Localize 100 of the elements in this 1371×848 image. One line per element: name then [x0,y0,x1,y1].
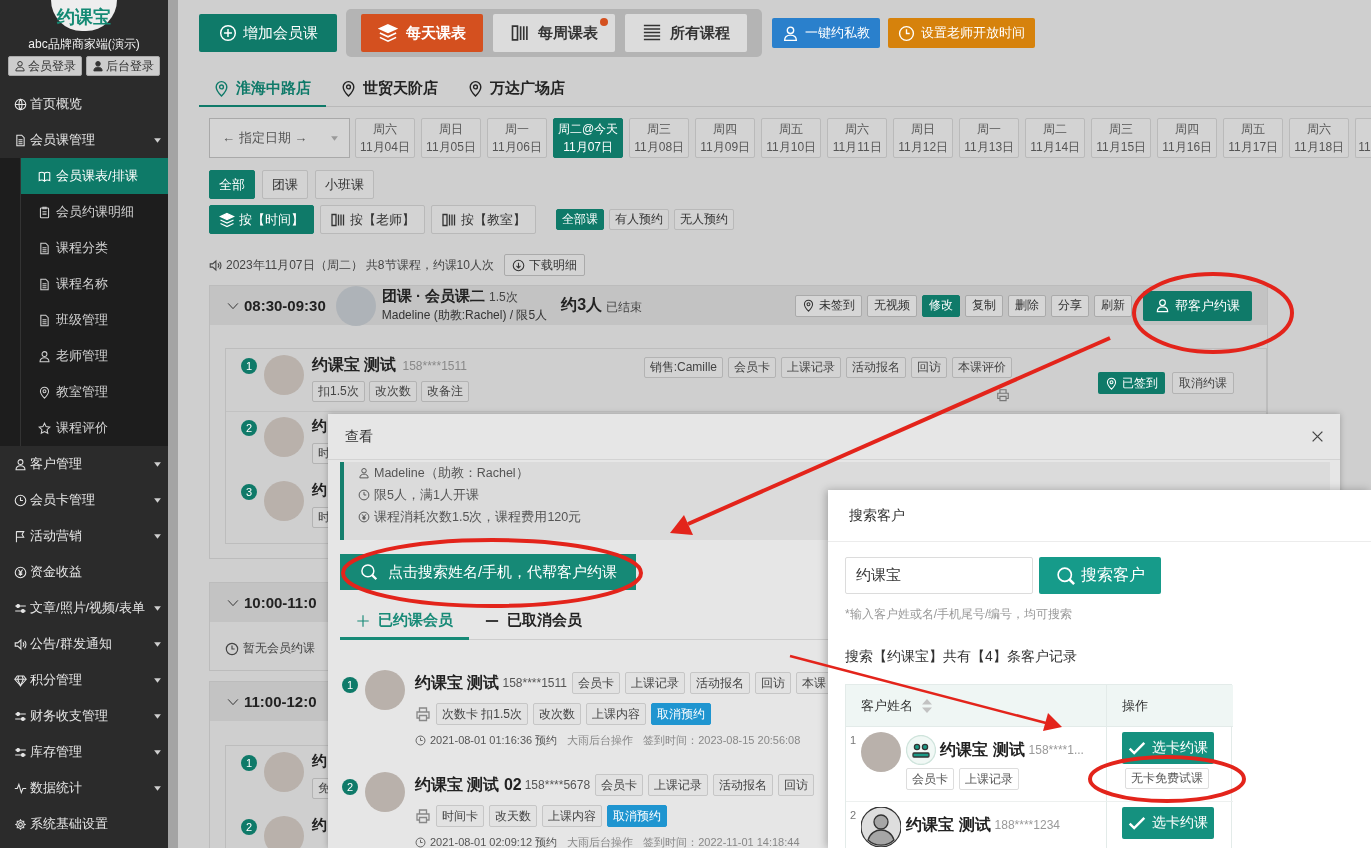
booking-filter-button[interactable]: 有人预约 [609,209,669,230]
sidebar-item[interactable]: 数据统计 [0,770,168,806]
booking-filter-button[interactable]: 无人预约 [674,209,734,230]
member-link-button[interactable]: 上课记录 [624,672,685,694]
group-by-button[interactable]: 按【老师】 [320,205,425,234]
member-action-button[interactable]: 改天数 [489,805,537,827]
member-name: 约 [312,752,327,771]
member-link-button[interactable]: 会员卡 [728,357,776,378]
view-tab[interactable]: 每天课表 [361,14,483,52]
group-by-button[interactable]: 按【时间】 [209,205,314,234]
member-action-button[interactable]: 扣1.5次 [312,381,365,402]
sidebar-item[interactable]: 客户管理 [0,446,168,482]
member-link-button[interactable]: 活动报名 [846,357,906,378]
view-tab[interactable]: 所有课程 [625,14,747,52]
date-tab[interactable]: 周日 11月05日 [421,118,481,158]
session-action-button[interactable]: 刷新 [1094,294,1132,317]
sidebar-item[interactable]: 积分管理 [0,662,168,698]
date-tab[interactable]: 周一 11月06日 [487,118,547,158]
member-action-button[interactable]: 改次数 [533,703,581,725]
check-in-status-button[interactable]: 未签到 [795,294,862,317]
member-action-button[interactable]: 上课内容 [542,805,602,827]
date-tab[interactable]: 周三 11月08日 [629,118,690,158]
date-tab[interactable]: 周六 11月04日 [355,118,415,158]
member-action-button[interactable]: 上课内容 [586,703,646,725]
member-action-button[interactable]: 次数卡 扣1.5次 [436,703,528,725]
date-tab[interactable]: 周五 11月10日 [761,118,822,158]
free-trial-button[interactable]: 无卡免费试课 [1125,768,1209,789]
date-tab[interactable]: 周二@今天 11月07日 [553,118,624,158]
date-tab[interactable]: 周六 11月18日 [1289,118,1350,158]
member-link-button[interactable]: 会员卡 [595,774,644,796]
diamond-icon [14,673,27,687]
member-link-button[interactable]: 活动报名 [713,774,774,796]
date-tab[interactable]: 周六 11月11日 [827,118,888,158]
date-tab[interactable]: 周五 11月17日 [1223,118,1284,158]
filter-button[interactable]: 小班课 [315,170,374,199]
date-tab[interactable]: 周二 11月14日 [1025,118,1086,158]
member-link-button[interactable]: 上课记录 [781,357,841,378]
member-link-button[interactable]: 回访 [911,357,947,378]
edit-button[interactable]: 修改 [922,294,960,317]
sidebar-item[interactable]: 活动营销 [0,518,168,554]
member-tab[interactable]: 已取消会员 [469,604,598,640]
checked-in-button[interactable]: 已签到 [1098,372,1165,394]
search-field[interactable]: 约课宝 [845,557,1033,594]
store-tab[interactable]: 万达广场店 [453,72,580,107]
customer-link-button[interactable]: 会员卡 [906,768,955,790]
column-header[interactable]: 客户姓名 [846,685,1106,727]
date-tab[interactable]: 周三 11月15日 [1091,118,1152,158]
member-link-button[interactable]: 回访 [754,672,791,694]
scrollbar-track[interactable] [168,0,178,848]
member-link-button[interactable]: 会员卡 [571,672,620,694]
avatar-photo [365,670,405,710]
cancel-booking-button[interactable]: 取消约课 [1172,372,1234,394]
login-button[interactable]: 后台登录 [86,56,160,76]
sidebar-item[interactable]: 资金收益 [0,554,168,590]
member-link-button[interactable]: 本课评价 [952,357,1012,378]
book-with-card-button[interactable]: 选卡约课 [1122,807,1214,839]
member-action-button[interactable]: 改次数 [368,381,417,402]
book-for-customer-button[interactable]: 帮客户约课 [1143,290,1252,321]
session-action-button[interactable]: 删除 [1008,294,1046,317]
login-button[interactable]: 会员登录 [8,56,82,76]
phone-number: 158****5678 [524,778,591,792]
sidebar-item[interactable]: 系统基础设置 [0,806,168,842]
sidebar-item[interactable]: 文章/照片/视频/表单 [0,590,168,626]
download-button[interactable]: 下载明细 [503,254,585,276]
sidebar-item[interactable]: 会员课管理 [0,122,168,158]
add-class-button[interactable]: 增加会员课 [199,14,337,52]
search-customer-button[interactable]: 点击搜索姓名/手机，代帮客户约课 [340,554,636,590]
member-link-button[interactable]: 销售:Camille [643,357,723,378]
date-tab[interactable]: 周日 11月12日 [893,118,954,158]
session-action-button[interactable]: 复制 [965,294,1003,317]
summary-text: 2023年11月07日（周二） 共8节课程，约课10人次 [226,256,494,274]
member-action-button[interactable]: 改备注 [420,381,469,402]
group-by-button[interactable]: 按【教室】 [431,205,536,234]
date-tab[interactable]: 11 [1355,118,1371,158]
member-link-button[interactable]: 上课记录 [648,774,709,796]
date-tab[interactable]: 周一 11月13日 [959,118,1020,158]
member-action-button[interactable]: 时间卡 [436,805,484,827]
sidebar-item[interactable]: 财务收支管理 [0,698,168,734]
booking-filter-button[interactable]: 全部课 [556,209,604,230]
member-link-button[interactable]: 活动报名 [689,672,750,694]
sidebar-item[interactable]: 会员卡管理 [0,482,168,518]
clipboard-icon [38,205,51,219]
customer-link-button[interactable]: 上课记录 [959,768,1020,790]
view-tab[interactable]: 每周课表 [493,14,615,52]
date-tab[interactable]: 周四 11月16日 [1157,118,1218,158]
member-link-button[interactable]: 回访 [778,774,815,796]
close-icon[interactable] [1311,430,1324,443]
filter-button[interactable]: 团课 [262,170,308,199]
session-action-button[interactable]: 分享 [1051,294,1089,317]
sidebar-item[interactable]: 首页概览 [0,86,168,122]
sidebar-item[interactable]: 公告/群发通知 [0,626,168,662]
sidebar-subitem[interactable]: 会员课表/排课 [20,158,168,194]
user-icon [14,457,27,471]
date-tab[interactable]: 周四 11月09日 [695,118,756,158]
sidebar-item[interactable]: 库存管理 [0,734,168,770]
action-button[interactable]: 一键约私教 [772,18,880,48]
session-action-button[interactable]: 无视频 [867,294,917,317]
filter-button[interactable]: 全部 [209,170,255,199]
store-tab[interactable]: 世贸天阶店 [326,72,453,107]
date-picker[interactable]: ← 指定日期 → [209,118,350,158]
